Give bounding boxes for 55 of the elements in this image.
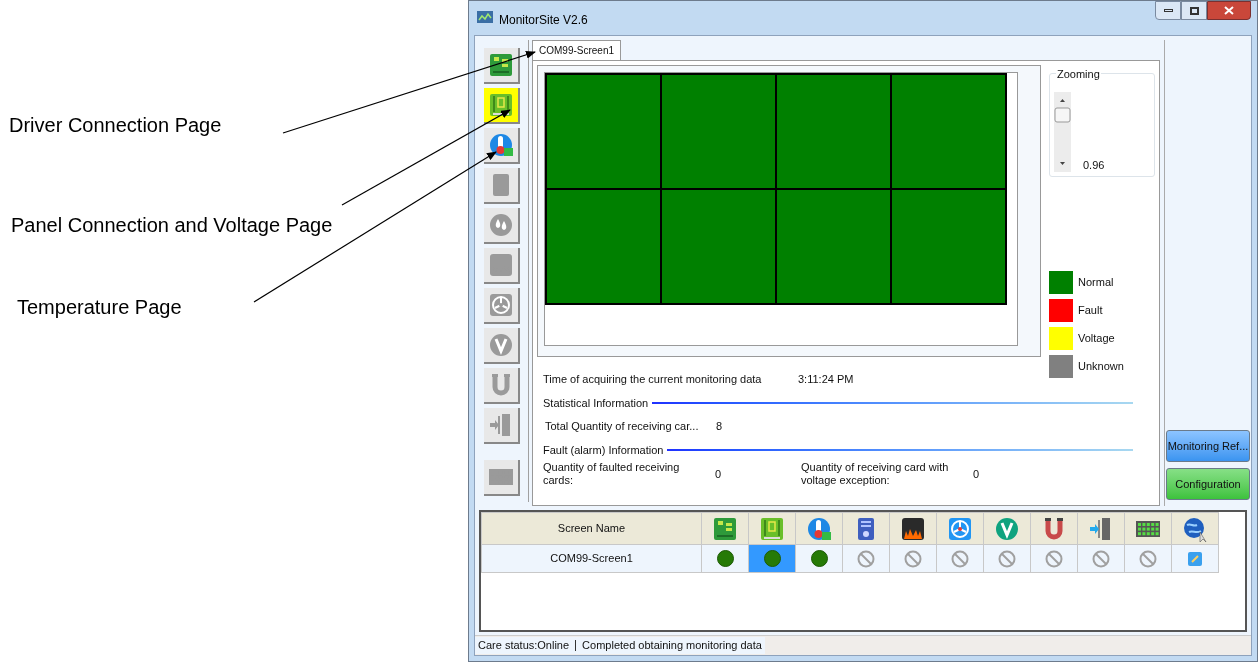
screen-tab[interactable]: COM99-Screen1 <box>532 40 622 60</box>
page-button[interactable] <box>483 48 520 84</box>
screen-cell[interactable] <box>661 189 776 304</box>
table-cell[interactable] <box>1077 544 1125 573</box>
field-value: 0 <box>973 466 980 482</box>
maximize-button[interactable] <box>1181 1 1207 20</box>
table-cell[interactable] <box>936 544 984 573</box>
zoom-value: 0.96 <box>1083 157 1105 173</box>
status-text: Completed obtaining monitoring data <box>582 638 762 654</box>
field-label: Time of acquiring the current monitoring data <box>543 372 763 387</box>
section-title: Fault (alarm) Information <box>543 442 664 458</box>
field-label: Total Quantity of receiving car... <box>545 419 700 434</box>
field-value: 3:11:24 PM <box>798 372 854 387</box>
table-cell[interactable] <box>795 544 843 573</box>
close-button[interactable] <box>1207 1 1251 20</box>
annotation-label: Panel Connection and Voltage Page <box>11 213 334 238</box>
action-button[interactable]: Monitoring Ref... <box>1166 430 1250 462</box>
table-cell[interactable] <box>1124 544 1172 573</box>
legend-label: Fault <box>1078 303 1103 319</box>
legend-label: Normal <box>1078 275 1114 291</box>
annotation-label: Temperature Page <box>17 295 182 320</box>
field-label: Quantity of faulted receiving cards: <box>543 461 681 487</box>
column-header[interactable]: Screen Name <box>481 512 702 545</box>
table-cell[interactable] <box>889 544 937 573</box>
table-cell[interactable]: COM99-Screen1 <box>481 544 702 573</box>
field-label: Quantity of receiving card with voltage exception: <box>801 461 950 487</box>
app-logo-icon <box>477 11 493 23</box>
table-cell[interactable] <box>842 544 890 573</box>
minimize-icon <box>1163 9 1173 12</box>
legend-label: Unknown <box>1078 359 1124 375</box>
maximize-icon <box>1189 6 1199 15</box>
screen-cell[interactable] <box>546 74 661 189</box>
screen-cell[interactable] <box>546 189 661 304</box>
page-button[interactable] <box>483 128 520 164</box>
window-title: MonitorSite V2.6 <box>499 12 588 29</box>
screen-cell[interactable] <box>661 74 776 189</box>
screen-cell[interactable] <box>776 189 891 304</box>
close-icon <box>1224 6 1234 15</box>
legend-label: Voltage <box>1078 331 1115 347</box>
screen-cell[interactable] <box>776 74 891 189</box>
table-cell[interactable] <box>983 544 1031 573</box>
table-cell[interactable] <box>701 544 749 573</box>
minimize-button[interactable] <box>1155 1 1181 20</box>
annotation-label: Driver Connection Page <box>9 113 222 138</box>
vertical-scrollbar[interactable] <box>1054 92 1071 172</box>
table-cell[interactable] <box>1030 544 1078 573</box>
screen-cell[interactable] <box>891 189 1006 304</box>
table-cell[interactable] <box>1171 544 1219 573</box>
screen-cell[interactable] <box>891 74 1006 189</box>
section-title: Statistical Information <box>543 395 649 411</box>
page-button[interactable] <box>483 88 520 124</box>
field-value: 0 <box>715 466 722 482</box>
field-value: 8 <box>716 419 723 434</box>
status-text: Care status:Online <box>478 638 570 654</box>
action-button[interactable]: Configuration <box>1166 468 1250 500</box>
